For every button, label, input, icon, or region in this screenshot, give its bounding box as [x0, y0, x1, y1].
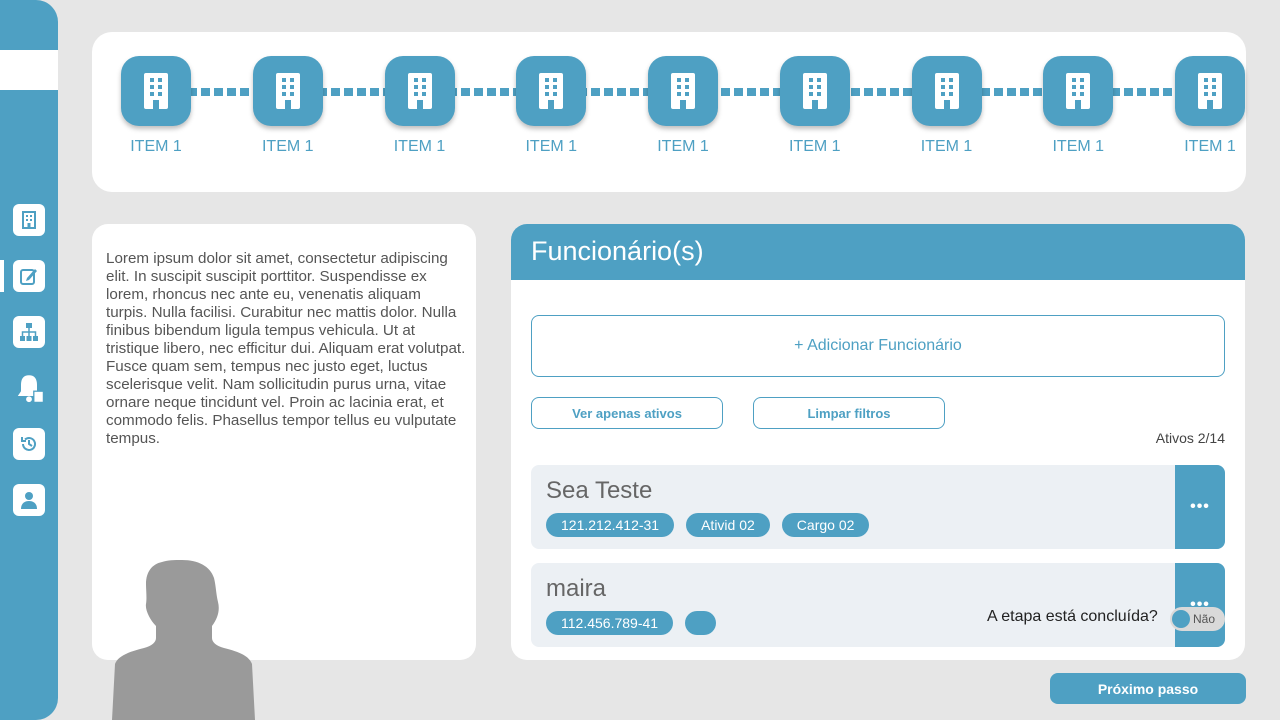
employee-more-button[interactable]: •••: [1175, 465, 1225, 549]
stepper-item-button[interactable]: [1043, 56, 1114, 126]
stepper-item[interactable]: ITEM 1: [516, 56, 587, 156]
stepper-item-label: ITEM 1: [1184, 138, 1236, 155]
stepper-item-label: ITEM 1: [920, 138, 973, 155]
edit-icon: [20, 269, 37, 285]
user-icon: [21, 492, 37, 509]
building-icon: [1198, 73, 1222, 109]
building-icon: [22, 211, 36, 229]
sidebar-item-company[interactable]: [13, 204, 45, 236]
building-icon: [934, 73, 959, 109]
stepper-item[interactable]: ITEM 1: [1043, 56, 1114, 156]
building-icon: [539, 73, 564, 109]
stepper-item-button[interactable]: [911, 56, 982, 126]
employee-more-button[interactable]: •••: [1175, 563, 1225, 647]
stepper-item-label: ITEM 1: [1052, 138, 1105, 155]
stepper-item[interactable]: ITEM 1: [1175, 56, 1245, 156]
sidebar-highlight: [0, 50, 58, 90]
history-icon: [21, 436, 36, 451]
step-completed-question: A etapa está concluída?: [987, 608, 1158, 625]
employee-card[interactable]: Sea Teste 121.212.412-31 Ativid 02 Cargo…: [531, 465, 1225, 549]
next-step-button[interactable]: Próximo passo: [1050, 673, 1246, 704]
employees-panel: Funcionário(s) + Adicionar Funcionário V…: [511, 224, 1245, 660]
stepper-item-label: ITEM 1: [261, 138, 314, 155]
building-icon: [802, 73, 827, 109]
stepper-item[interactable]: ITEM 1: [252, 56, 323, 156]
employee-tag-role: Cargo 02: [781, 513, 870, 537]
building-icon: [144, 73, 168, 109]
add-employee-button[interactable]: + Adicionar Funcionário: [531, 315, 1225, 377]
person-silhouette: [112, 560, 255, 720]
filter-active-button[interactable]: Ver apenas ativos: [531, 397, 723, 429]
employee-tag-cpf: 121.212.412-31: [546, 513, 675, 537]
employee-name: maira: [546, 575, 607, 602]
org-chart-icon: [20, 323, 38, 341]
stepper-item[interactable]: ITEM 1: [648, 56, 718, 156]
stepper-item[interactable]: ITEM 1: [121, 56, 191, 156]
stepper-item-button[interactable]: [516, 56, 587, 126]
step-completed-toggle[interactable]: Não: [1170, 607, 1225, 631]
employee-tag-empty: [685, 611, 717, 635]
stepper-item-label: ITEM 1: [788, 138, 841, 155]
stepper-item-label: ITEM 1: [393, 138, 446, 155]
sidebar-item-org-chart[interactable]: [13, 316, 45, 348]
stepper-item-button[interactable]: [779, 56, 850, 126]
stepper-item-button[interactable]: [252, 56, 323, 126]
progress-stepper: ITEM 1 ITEM 1 ITEM 1 ITEM 1 ITEM 1 ITEM 1 ITEM…: [92, 32, 1246, 192]
sidebar-item-profile[interactable]: [13, 484, 45, 516]
stepper-item[interactable]: ITEM 1: [384, 56, 455, 156]
sidebar-item-edit[interactable]: [13, 260, 45, 292]
employee-tag-cpf: 112.456.789-41: [546, 611, 674, 635]
stepper-item-button[interactable]: [384, 56, 455, 126]
sidebar: [0, 0, 58, 720]
active-count: Ativos 2/14: [1155, 430, 1225, 446]
sidebar-item-notifications[interactable]: [13, 372, 45, 404]
stepper-item-button[interactable]: [648, 56, 718, 126]
notification-document-icon: [17, 375, 45, 404]
employee-name: Sea Teste: [546, 477, 653, 504]
stepper-item-label: ITEM 1: [130, 138, 182, 155]
employee-card[interactable]: maira 112.456.789-41 •••: [531, 563, 1225, 647]
stepper-item-button[interactable]: [121, 56, 191, 126]
stepper-item-label: ITEM 1: [657, 138, 709, 155]
stepper-item-label: ITEM 1: [525, 138, 578, 155]
clear-filters-button[interactable]: Limpar filtros: [753, 397, 945, 429]
building-icon: [275, 73, 300, 109]
sidebar-item-history[interactable]: [13, 428, 45, 460]
employees-title: Funcionário(s): [511, 224, 1245, 280]
employee-tag-activity: Ativid 02: [686, 513, 770, 537]
building-icon: [1066, 73, 1091, 109]
building-icon: [407, 73, 432, 109]
building-icon: [671, 73, 695, 109]
stepper-item-button[interactable]: [1175, 56, 1245, 126]
stepper-item[interactable]: ITEM 1: [911, 56, 982, 156]
toggle-knob: [1172, 610, 1190, 628]
sidebar-active-indicator: [0, 260, 4, 292]
info-text: Lorem ipsum dolor sit amet, consectetur …: [106, 250, 466, 447]
toggle-label: Não: [1193, 612, 1216, 626]
stepper-item[interactable]: ITEM 1: [779, 56, 850, 156]
